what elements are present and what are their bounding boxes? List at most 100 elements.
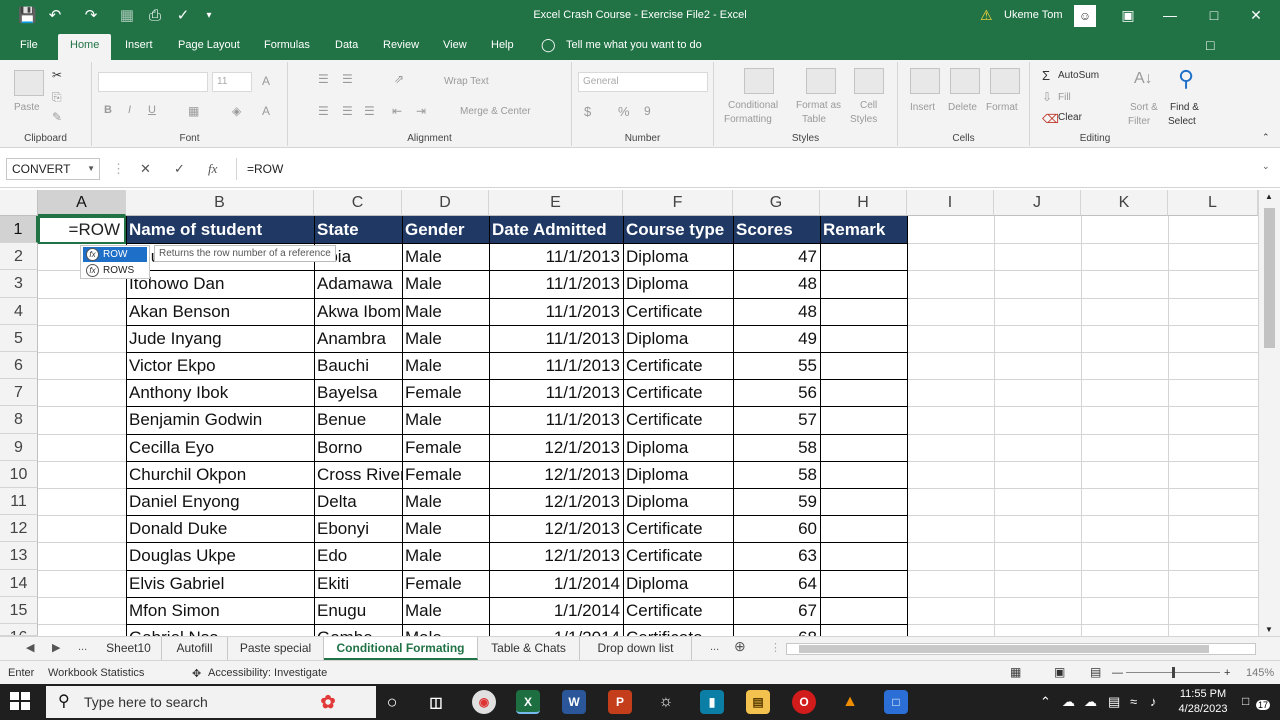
table-cell[interactable]: Diploma (623, 243, 733, 270)
taskbar-clock[interactable]: 11:55 PM 4/28/2023 (1168, 687, 1238, 717)
insert-cells-icon[interactable] (910, 68, 940, 94)
align-right-icon[interactable]: ☰ (364, 104, 375, 118)
table-cell[interactable]: Male (402, 298, 489, 325)
row-header-15[interactable]: 15 (0, 596, 38, 624)
table-cell[interactable]: Certificate (623, 379, 733, 406)
table-cell[interactable]: Male (402, 325, 489, 352)
percent-icon[interactable]: % (618, 104, 630, 119)
align-top-icon[interactable]: ☰ (318, 72, 329, 86)
table-cell[interactable]: Female (402, 434, 489, 461)
table-cell[interactable]: Certificate (623, 352, 733, 379)
table-header-cell[interactable]: Scores (733, 216, 820, 243)
table-cell[interactable]: Elvis Gabriel (126, 570, 314, 597)
table-cell[interactable]: 11/1/2013 (489, 406, 623, 433)
italic-icon[interactable]: I (128, 104, 131, 116)
table-header-cell[interactable]: Name of student (126, 216, 314, 243)
tray-network-icon[interactable]: ▤ (1108, 694, 1120, 710)
column-header-a[interactable]: A (38, 190, 126, 216)
table-cell[interactable]: Male (402, 406, 489, 433)
column-header-d[interactable]: D (402, 190, 489, 216)
tab-page-layout[interactable]: Page Layout (178, 39, 240, 51)
app2-icon[interactable]: ▮ (700, 690, 724, 714)
table-cell[interactable]: Mfon Simon (126, 597, 314, 624)
table-cell[interactable]: 48 (733, 298, 820, 325)
conditional-formatting-label2[interactable]: Formatting (724, 114, 772, 125)
excel-icon[interactable]: X (516, 690, 540, 714)
table-cell[interactable]: Akan Benson (126, 298, 314, 325)
formula-input[interactable]: =ROW (236, 158, 1276, 180)
wrap-text-button[interactable]: Wrap Text (444, 76, 489, 87)
autosum-icon[interactable]: Σ (1042, 68, 1050, 83)
sheet-tab-conditional-formating[interactable]: Conditional Formating (324, 637, 478, 660)
file-explorer-icon[interactable]: ▤ (746, 690, 770, 714)
chevron-down-icon[interactable]: ▼ (87, 159, 95, 179)
sheet-tab-table-chats[interactable]: Table & Chats (478, 637, 580, 660)
format-as-table-icon[interactable] (806, 68, 836, 94)
workbook-statistics[interactable]: Workbook Statistics (48, 667, 144, 679)
table-cell[interactable]: 59 (733, 488, 820, 515)
cut-icon[interactable]: ✂ (52, 68, 62, 82)
table-cell[interactable]: 11/1/2013 (489, 243, 623, 270)
table-cell[interactable]: Edo (314, 542, 402, 569)
row-header-14[interactable]: 14 (0, 569, 38, 597)
format-as-table-label2[interactable]: Table (802, 114, 826, 125)
table-cell[interactable] (820, 434, 907, 461)
table-cell[interactable]: Bauchi (314, 352, 402, 379)
table-cell[interactable]: Female (402, 570, 489, 597)
tab-insert[interactable]: Insert (125, 39, 153, 51)
app-icon[interactable]: ☼ (654, 690, 678, 714)
name-box[interactable]: CONVERT ▼ (6, 158, 100, 180)
horizontal-scroll-thumb[interactable] (799, 645, 1209, 653)
format-as-table-button[interactable]: Format as (796, 100, 841, 111)
sort-filter-label2[interactable]: Filter (1128, 116, 1150, 127)
font-name-box[interactable] (98, 72, 208, 92)
table-cell[interactable]: Enugu (314, 597, 402, 624)
increase-indent-icon[interactable]: ⇥ (416, 104, 426, 118)
table-cell[interactable]: 60 (733, 515, 820, 542)
insert-function-icon[interactable]: fx (208, 161, 217, 177)
conditional-formatting-icon[interactable] (744, 68, 774, 94)
sheet-tab-paste-special[interactable]: Paste special (228, 637, 324, 660)
delete-cells-button[interactable]: Delete (948, 102, 977, 113)
row-header-8[interactable]: 8 (0, 406, 38, 434)
avatar[interactable]: ☺ (1074, 5, 1096, 27)
opera-icon[interactable]: O (792, 690, 816, 714)
borders-icon[interactable]: ▦ (188, 104, 199, 118)
row-header-11[interactable]: 11 (0, 488, 38, 516)
autocomplete-item-rows[interactable]: fx ROWS (83, 263, 147, 278)
table-cell[interactable] (820, 270, 907, 297)
user-name[interactable]: Ukeme Tom (1004, 9, 1062, 21)
bold-icon[interactable]: B (104, 104, 112, 116)
table-cell[interactable]: Diploma (623, 325, 733, 352)
row-header-13[interactable]: 13 (0, 542, 38, 570)
tab-data[interactable]: Data (335, 39, 358, 51)
insert-cells-button[interactable]: Insert (910, 102, 935, 113)
column-header-h[interactable]: H (820, 190, 907, 216)
zoom-in-icon[interactable]: + (1224, 667, 1230, 679)
tab-file[interactable]: File (20, 39, 38, 51)
sheet-tab-autofill[interactable]: Autofill (162, 637, 228, 660)
column-header-e[interactable]: E (489, 190, 623, 216)
merge-center-button[interactable]: Merge & Center (460, 106, 531, 117)
table-cell[interactable]: Male (402, 488, 489, 515)
cortana-icon[interactable]: ○ (380, 690, 404, 714)
more-sheets-left[interactable]: ... (78, 641, 87, 653)
table-cell[interactable] (820, 570, 907, 597)
table-cell[interactable]: Female (402, 379, 489, 406)
cancel-icon[interactable]: ✕ (140, 161, 151, 177)
table-cell[interactable]: 12/1/2013 (489, 515, 623, 542)
table-cell[interactable]: Male (402, 270, 489, 297)
tab-view[interactable]: View (443, 39, 467, 51)
format-cells-icon[interactable] (990, 68, 1020, 94)
find-select-icon[interactable]: ⚲ (1178, 66, 1194, 92)
column-header-k[interactable]: K (1081, 190, 1168, 216)
align-middle-icon[interactable]: ☰ (342, 72, 353, 86)
row-header-6[interactable]: 6 (0, 352, 38, 380)
powerpoint-icon[interactable]: P (608, 690, 632, 714)
table-cell[interactable]: Daniel Enyong (126, 488, 314, 515)
tab-review[interactable]: Review (383, 39, 419, 51)
windows-start-icon[interactable] (10, 692, 32, 712)
add-sheet-icon[interactable]: ⊕ (734, 638, 746, 655)
clear-button[interactable]: Clear (1058, 112, 1082, 123)
table-cell[interactable]: Male (402, 597, 489, 624)
